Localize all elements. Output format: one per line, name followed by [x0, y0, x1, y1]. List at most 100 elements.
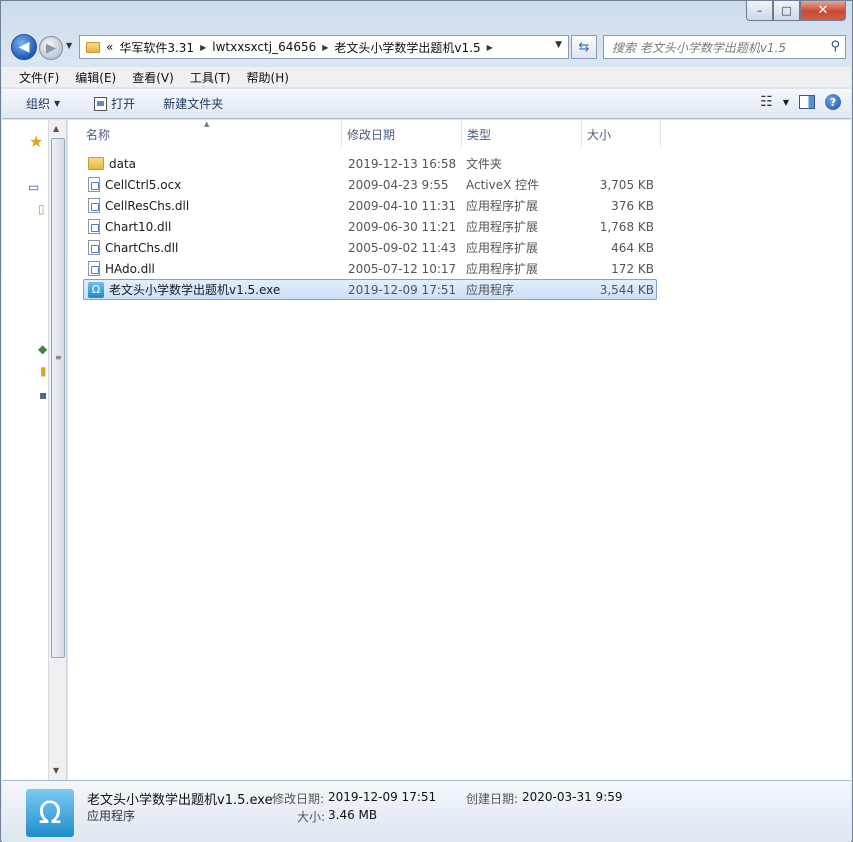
file-type: 应用程序扩展: [466, 241, 539, 255]
scroll-up-icon[interactable]: ▲: [53, 124, 59, 133]
menu-tools[interactable]: 工具(T): [182, 69, 239, 86]
table-row[interactable]: ChartChs.dll 2005-09-02 11:43 应用程序扩展 464…: [83, 237, 657, 258]
file-name-cell: ChartChs.dll: [84, 240, 346, 255]
file-type: 应用程序: [466, 283, 515, 297]
new-folder-button[interactable]: 新建文件夹: [153, 95, 233, 112]
folder-icon[interactable]: ▮: [40, 364, 47, 378]
table-row[interactable]: HAdo.dll 2005-07-12 10:17 应用程序扩展 172 KB: [83, 258, 657, 279]
file-name-cell: Ω 老文头小学数学出题机v1.5.exe: [84, 281, 346, 298]
search-icon[interactable]: ⚲: [830, 39, 840, 54]
open-icon: [94, 96, 108, 111]
refresh-icon: ⇆: [578, 39, 590, 55]
favorites-star-icon[interactable]: ★: [29, 132, 43, 151]
table-row[interactable]: CellResChs.dll 2009-04-10 11:31 应用程序扩展 3…: [83, 195, 657, 216]
file-name-cell: HAdo.dll: [84, 261, 346, 276]
open-label: 打开: [111, 97, 136, 111]
column-size-label: 大小: [587, 127, 612, 142]
address-bar[interactable]: « 华军软件3.31 ▶ lwtxxsxctj_64656 ▶ 老文头小学数学出…: [79, 35, 569, 59]
details-size-value: 3.46 MB: [328, 808, 378, 822]
chevron-right-icon[interactable]: ▶: [487, 43, 493, 52]
maximize-button[interactable]: □: [773, 1, 800, 21]
open-button[interactable]: 打开: [84, 95, 145, 112]
details-file-type: 应用程序: [87, 809, 136, 823]
file-date: 2009-04-10 11:31: [348, 198, 457, 213]
computer-icon[interactable]: ▪: [39, 388, 47, 402]
column-header-size[interactable]: 大小: [582, 120, 661, 148]
sort-ascending-icon: ▲: [204, 120, 210, 128]
file-date: 2009-06-30 11:21: [348, 219, 457, 234]
file-size: 3,544 KB: [599, 282, 654, 297]
table-row-selected[interactable]: Ω 老文头小学数学出题机v1.5.exe 2019-12-09 17:51 应用…: [83, 279, 657, 300]
table-row[interactable]: CellCtrl5.ocx 2009-04-23 9:55 ActiveX 控件…: [83, 174, 657, 195]
menu-view[interactable]: 查看(V): [124, 69, 182, 86]
column-header-date[interactable]: 修改日期: [342, 120, 462, 148]
new-folder-label: 新建文件夹: [163, 97, 224, 111]
file-name: HAdo.dll: [105, 261, 155, 276]
file-type: 应用程序扩展: [466, 199, 539, 213]
view-options-icon[interactable]: ☷: [760, 94, 773, 110]
folder-icon: [86, 41, 100, 53]
column-type-label: 类型: [467, 127, 492, 142]
details-modified-label: 修改日期:: [272, 792, 325, 806]
breadcrumb-item[interactable]: 华军软件3.31: [119, 39, 194, 56]
file-name: CellResChs.dll: [105, 198, 190, 213]
file-type: 应用程序扩展: [466, 220, 539, 234]
close-button[interactable]: ✕: [800, 1, 846, 21]
nav-pane-scrollbar[interactable]: ▲ ≡ ▼: [49, 120, 67, 780]
file-type: 文件夹: [466, 157, 503, 171]
chevron-down-icon[interactable]: ▼: [783, 98, 789, 107]
details-created-label: 创建日期:: [466, 792, 519, 806]
chevron-right-icon[interactable]: ▶: [200, 43, 206, 52]
scroll-thumb[interactable]: ≡: [51, 138, 65, 658]
file-date: 2019-12-13 16:58: [348, 156, 457, 171]
file-size: 464 KB: [611, 240, 654, 255]
file-date: 2005-07-12 10:17: [348, 261, 457, 276]
details-created-value: 2020-03-31 9:59: [522, 790, 623, 804]
menu-help[interactable]: 帮助(H): [239, 69, 297, 86]
file-rows: data 2019-12-13 16:58 文件夹 CellCtrl5.ocx …: [83, 153, 657, 300]
breadcrumb-item[interactable]: 老文头小学数学出题机v1.5: [334, 39, 480, 56]
refresh-button[interactable]: ⇆: [571, 35, 597, 59]
dll-file-icon: [88, 219, 100, 234]
menu-bar: 文件(F) 编辑(E) 查看(V) 工具(T) 帮助(H): [2, 67, 851, 88]
file-name: data: [109, 156, 137, 171]
search-input[interactable]: 搜索 老文头小学数学出题机v1.5 ⚲: [603, 35, 846, 59]
scroll-down-icon[interactable]: ▼: [53, 766, 59, 775]
chevron-down-icon: ▼: [54, 99, 61, 108]
chevron-right-icon[interactable]: ▶: [322, 43, 328, 52]
library-icon[interactable]: ▯: [38, 202, 45, 216]
forward-button[interactable]: ▶: [39, 36, 63, 60]
file-type: ActiveX 控件: [466, 178, 540, 192]
table-row[interactable]: data 2019-12-13 16:58 文件夹: [83, 153, 657, 174]
application-icon: Ω: [88, 281, 104, 298]
column-header-name[interactable]: ▲ 名称: [68, 120, 342, 148]
toolbar-right: ☷ ▼ ?: [760, 94, 841, 110]
breadcrumb-overflow[interactable]: «: [106, 40, 113, 54]
minimize-button[interactable]: –: [746, 1, 773, 21]
chevron-down-icon[interactable]: ▼: [555, 40, 562, 50]
file-date: 2019-12-09 17:51: [348, 282, 457, 297]
back-button[interactable]: ◀: [11, 34, 37, 60]
file-size: 3,705 KB: [599, 177, 654, 192]
network-icon[interactable]: ◆: [38, 342, 47, 356]
file-size: 376 KB: [611, 198, 654, 213]
table-row[interactable]: Chart10.dll 2009-06-30 11:21 应用程序扩展 1,76…: [83, 216, 657, 237]
search-placeholder: 搜索 老文头小学数学出题机v1.5: [612, 40, 787, 55]
menu-edit[interactable]: 编辑(E): [67, 69, 124, 86]
file-date: 2009-04-23 9:55: [348, 177, 449, 192]
recent-pages-dropdown-icon[interactable]: ▼: [66, 41, 72, 50]
breadcrumb-item[interactable]: lwtxxsxctj_64656: [212, 40, 316, 54]
preview-pane-icon[interactable]: [799, 95, 815, 109]
dll-file-icon: [88, 198, 100, 213]
caption-buttons: – □ ✕: [746, 1, 846, 21]
organize-button[interactable]: 组织 ▼: [16, 95, 70, 112]
column-header-type[interactable]: 类型: [462, 120, 582, 148]
menu-file[interactable]: 文件(F): [11, 69, 67, 86]
help-icon[interactable]: ?: [825, 94, 841, 110]
file-size: 1,768 KB: [599, 219, 654, 234]
file-name: CellCtrl5.ocx: [105, 177, 182, 192]
file-size: 172 KB: [611, 261, 654, 276]
command-bar: 组织 ▼ 打开 新建文件夹 ☷ ▼ ?: [2, 89, 851, 119]
details-file-name: 老文头小学数学出题机v1.5.exe: [87, 793, 273, 808]
desktop-icon[interactable]: ▭: [28, 180, 39, 194]
